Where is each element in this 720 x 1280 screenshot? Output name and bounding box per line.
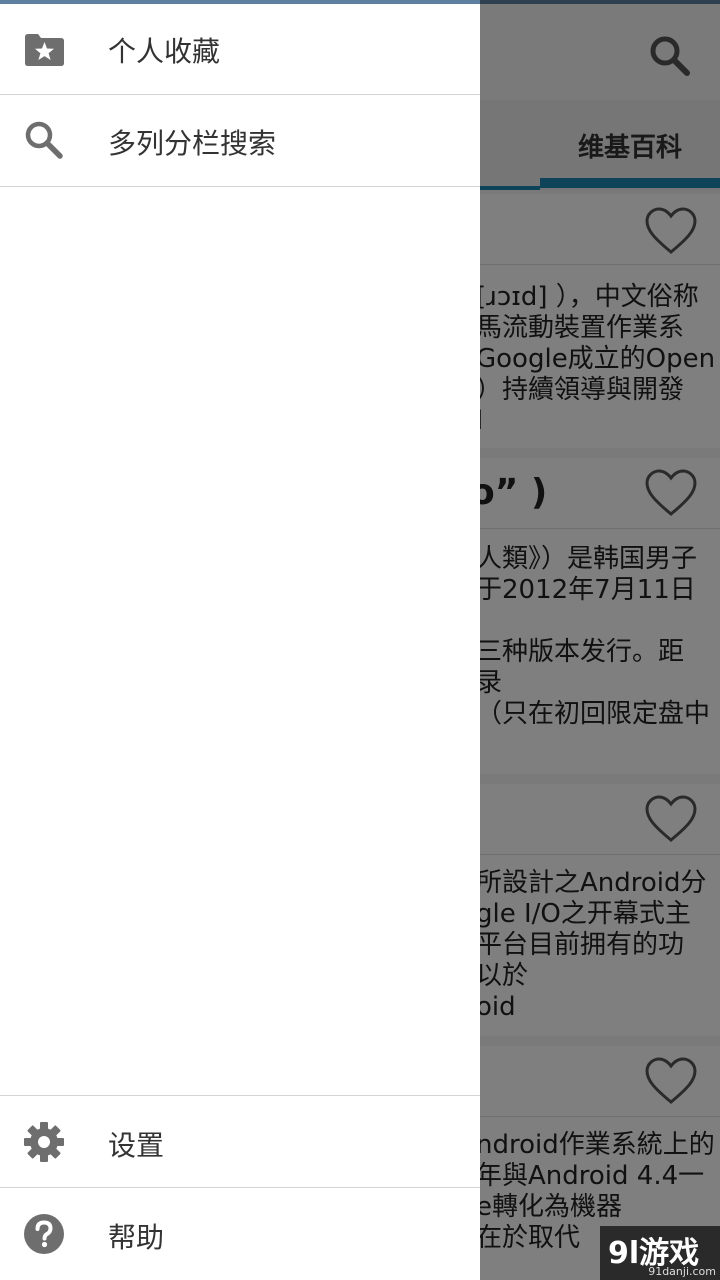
drawer-item-multi-column-search[interactable]: 多列分栏搜索: [0, 96, 480, 188]
drawer-item-label: 个人收藏: [108, 35, 221, 68]
gear-icon: [22, 1120, 66, 1164]
drawer-item-help[interactable]: 帮助: [0, 1188, 480, 1280]
drawer-item-label: 多列分栏搜索: [108, 127, 277, 160]
help-icon: [22, 1212, 66, 1256]
site-watermark: 9l游戏 91danji.com: [600, 1226, 720, 1280]
drawer-item-label: 设置: [108, 1129, 165, 1162]
drawer-divider: [0, 186, 480, 187]
drawer-divider: [0, 94, 480, 95]
drawer-item-favorites[interactable]: 个人收藏: [0, 4, 480, 96]
drawer-item-label: 帮助: [108, 1221, 165, 1254]
star-folder-icon: [22, 28, 66, 72]
watermark-site: 91danji.com: [648, 1265, 716, 1278]
drawer-item-settings[interactable]: 设置: [0, 1096, 480, 1188]
search-icon: [22, 118, 66, 162]
navigation-drawer: 个人收藏 多列分栏搜索 设置 帮助: [0, 0, 480, 1280]
